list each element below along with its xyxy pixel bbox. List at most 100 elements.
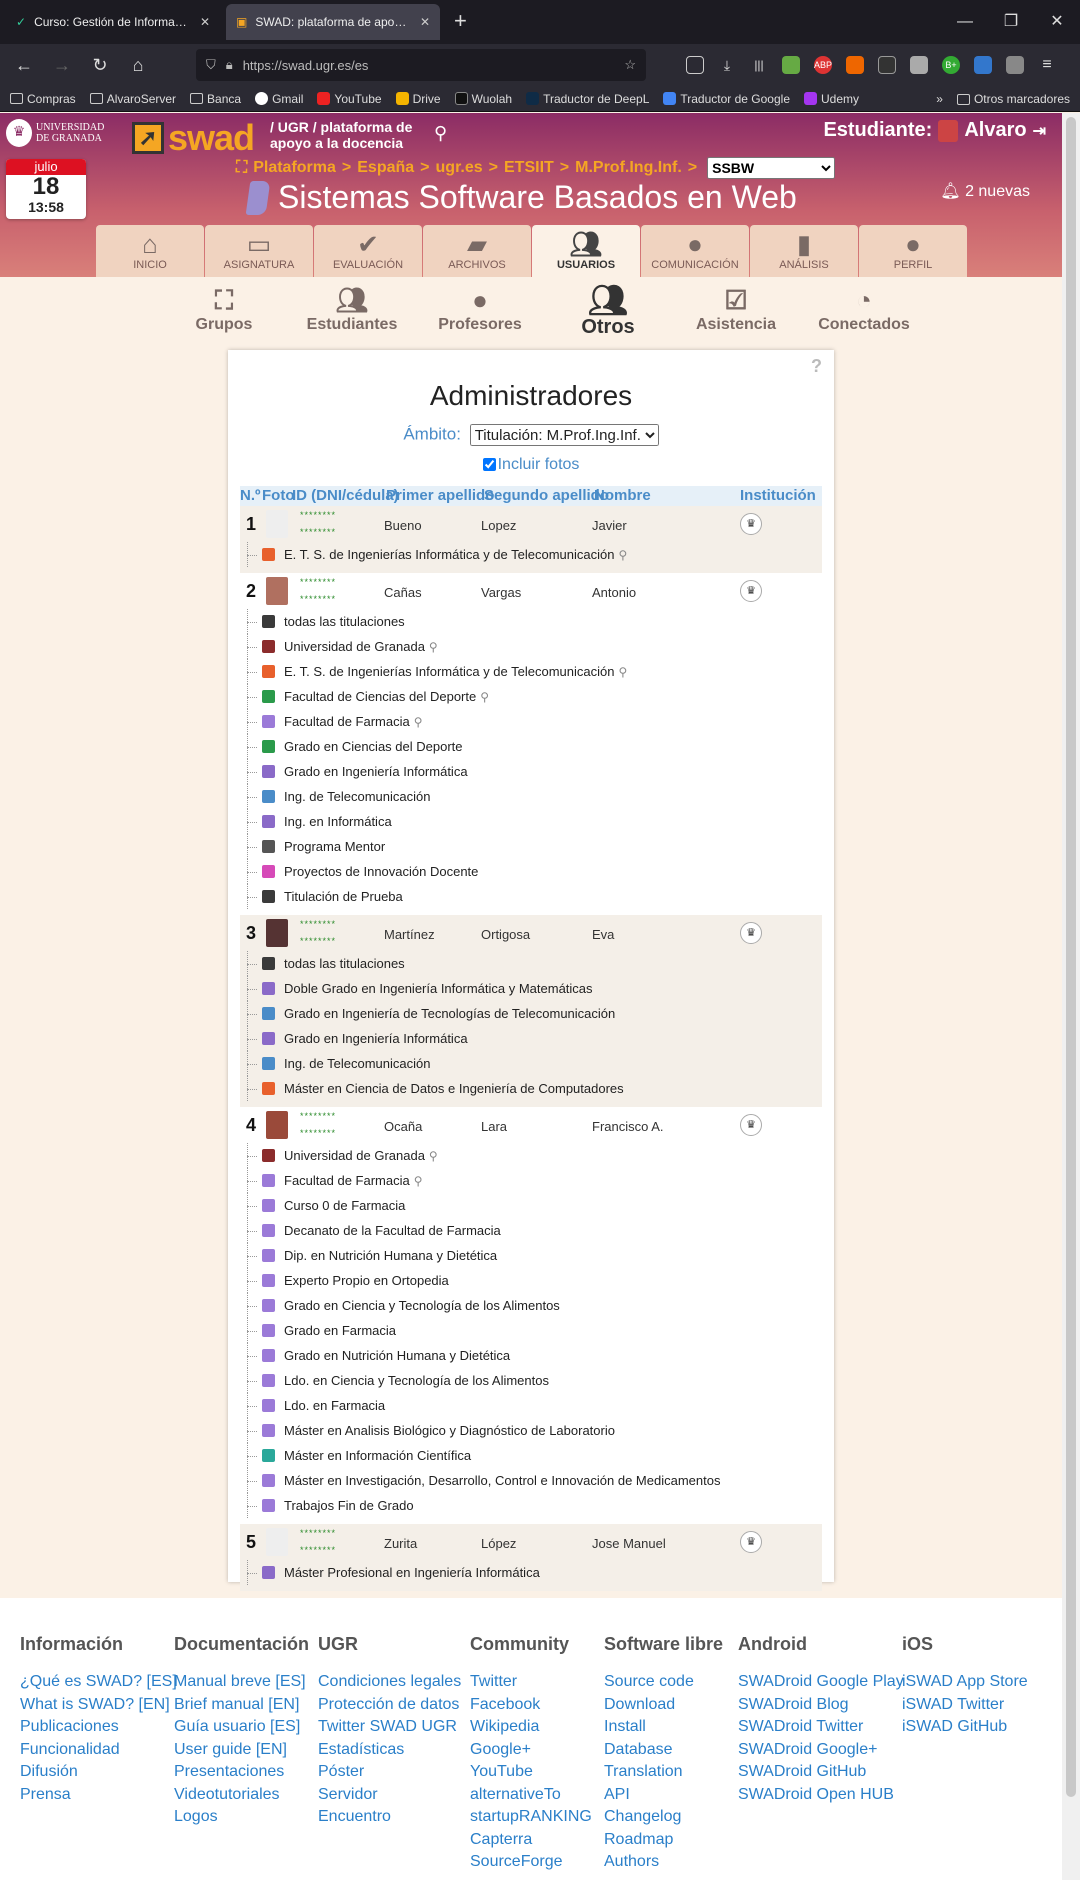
institution-item[interactable]: Máster en Ciencia de Datos e Ingeniería … [240,1076,822,1101]
tab-asignatura[interactable]: ▭ ASIGNATURA [205,225,313,277]
institution-item[interactable]: Grado en Ingeniería Informática [240,759,822,784]
home-icon[interactable]: ⌂ [124,55,152,76]
tab-perfil[interactable]: ● PERFIL [859,225,967,277]
extension-icon[interactable] [1006,56,1024,74]
institution-item[interactable]: Universidad de Granada ⚲ [240,1143,822,1168]
institution-item[interactable]: Experto Propio en Ortopedia [240,1268,822,1293]
more-bookmarks-icon[interactable]: » [936,92,943,106]
tab-comunicación[interactable]: ● COMUNICACIÓN [641,225,749,277]
institution-item[interactable]: Facultad de Ciencias del Deporte ⚲ [240,684,822,709]
footer-link[interactable]: SWADroid Twitter [738,1716,904,1739]
bookmark-deepl[interactable]: Traductor de DeepL [526,92,649,106]
footer-link[interactable]: Roadmap [604,1829,723,1852]
bookmark-google-translate[interactable]: Traductor de Google [663,92,790,106]
institution-item[interactable]: todas las titulaciones [240,609,822,634]
institution-item[interactable]: Grado en Nutrición Humana y Dietética [240,1343,822,1368]
breadcrumb-item[interactable]: España [357,159,414,177]
tab-evaluación[interactable]: ✔ EVALUACIÓN [314,225,422,277]
map-pin-icon[interactable]: ⚲ [618,548,627,562]
extension-icon[interactable] [782,56,800,74]
footer-link[interactable]: Google+ [470,1739,592,1762]
help-icon[interactable]: ? [811,356,822,377]
institution-item[interactable]: Grado en Ciencia y Tecnología de los Ali… [240,1293,822,1318]
logout-icon[interactable]: ⇥ [1033,121,1046,141]
subtab-asistencia[interactable]: ☑ Asistencia [672,284,800,339]
user-name[interactable]: Alvaro [964,119,1026,142]
institution-item[interactable]: E. T. S. de Ingenierías Informática y de… [240,659,822,684]
institution-item[interactable]: Facultad de Farmacia ⚲ [240,709,822,734]
breadcrumb-item[interactable]: ugr.es [436,159,483,177]
footer-link[interactable]: Source code [604,1671,723,1694]
institution-item[interactable]: Ldo. en Farmacia [240,1393,822,1418]
user-photo[interactable] [266,510,288,538]
bookmark-star-icon[interactable]: ☆ [624,57,636,73]
footer-link[interactable]: Publicaciones [20,1716,177,1739]
extension-icon[interactable] [878,56,896,74]
scrollbar[interactable] [1062,113,1080,1880]
menu-icon[interactable]: ≡ [1038,56,1056,74]
subtab-grupos[interactable]: ⛶ Grupos [160,284,288,339]
footer-link[interactable]: Logos [174,1806,309,1829]
url-bar[interactable]: ⛉ 🔒︎ https://swad.ugr.es/es ☆ [196,49,646,81]
institution-seal-icon[interactable]: ♛ [740,580,762,602]
map-pin-icon[interactable]: ⚲ [414,715,423,729]
user-photo[interactable] [266,1111,288,1139]
map-pin-icon[interactable]: ⚲ [618,665,627,679]
footer-link[interactable]: iSWAD GitHub [902,1716,1028,1739]
reload-icon[interactable]: ↻ [86,55,114,76]
bookmark-banca[interactable]: Banca [190,92,241,106]
back-icon[interactable]: ← [10,55,38,76]
include-photos-label[interactable]: Incluir fotos [498,456,580,473]
user-photo[interactable] [266,577,288,605]
institution-seal-icon[interactable]: ♛ [740,1531,762,1553]
institution-item[interactable]: Máster Profesional en Ingeniería Informá… [240,1560,822,1585]
institution-item[interactable]: Máster en Información Científica [240,1443,822,1468]
map-pin-icon[interactable]: ⚲ [429,640,438,654]
institution-item[interactable]: Ldo. en Ciencia y Tecnología de los Alim… [240,1368,822,1393]
footer-link[interactable]: iSWAD Twitter [902,1694,1028,1717]
institution-item[interactable]: Trabajos Fin de Grado [240,1493,822,1518]
footer-link[interactable]: Póster [318,1761,461,1784]
course-select[interactable]: SSBW [707,157,836,179]
institution-item[interactable]: Doble Grado en Ingeniería Informática y … [240,976,822,1001]
subtab-profesores[interactable]: ● Profesores [416,284,544,339]
notifications[interactable]: 🔔︎ 2 nuevas [940,181,1030,201]
institution-item[interactable]: Titulación de Prueba [240,884,822,909]
institution-item[interactable]: Proyectos de Innovación Docente [240,859,822,884]
subtab-estudiantes[interactable]: 👥︎ Estudiantes [288,284,416,339]
breadcrumb-item[interactable]: ETSIIT [504,159,554,177]
footer-link[interactable]: Twitter [470,1671,592,1694]
footer-link[interactable]: Changelog [604,1806,723,1829]
footer-link[interactable]: Guía usuario [ES] [174,1716,309,1739]
footer-link[interactable]: Prensa [20,1784,177,1807]
close-window-icon[interactable]: ✕ [1034,0,1080,44]
close-tab-icon[interactable]: ✕ [200,15,210,29]
tab-inicio[interactable]: ⌂ INICIO [96,225,204,277]
footer-link[interactable]: Facebook [470,1694,592,1717]
bookmark-wuolah[interactable]: Wuolah [454,92,512,106]
institution-seal-icon[interactable]: ♛ [740,513,762,535]
institution-item[interactable]: Universidad de Granada ⚲ [240,634,822,659]
include-photos-checkbox[interactable] [482,458,496,472]
map-pin-icon[interactable]: ⚲ [480,690,489,704]
footer-link[interactable]: SWADroid Google+ [738,1739,904,1762]
breadcrumb-item[interactable]: M.Prof.Ing.Inf. [575,159,682,177]
footer-link[interactable]: Install [604,1716,723,1739]
institution-item[interactable]: Curso 0 de Farmacia [240,1193,822,1218]
footer-link[interactable]: Manual breve [ES] [174,1671,309,1694]
extension-icon[interactable] [846,56,864,74]
footer-link[interactable]: startupRANKING [470,1806,592,1829]
institution-item[interactable]: E. T. S. de Ingenierías Informática y de… [240,542,822,567]
institution-item[interactable]: Máster en Analisis Biológico y Diagnósti… [240,1418,822,1443]
institution-item[interactable]: Ing. en Informática [240,809,822,834]
scrollbar-thumb[interactable] [1066,117,1076,1797]
close-tab-icon[interactable]: ✕ [420,15,430,29]
institution-item[interactable]: Ing. de Telecomunicación [240,1051,822,1076]
bookmark-drive[interactable]: Drive [395,92,441,106]
institution-seal-icon[interactable]: ♛ [740,922,762,944]
subtab-conectados[interactable]: ◔ Conectados [800,284,928,339]
subtab-otros[interactable]: 👥︎ Otros [544,284,672,339]
footer-link[interactable]: Download [604,1694,723,1717]
tab-archivos[interactable]: ▰ ARCHIVOS [423,225,531,277]
footer-link[interactable]: Protección de datos [318,1694,461,1717]
